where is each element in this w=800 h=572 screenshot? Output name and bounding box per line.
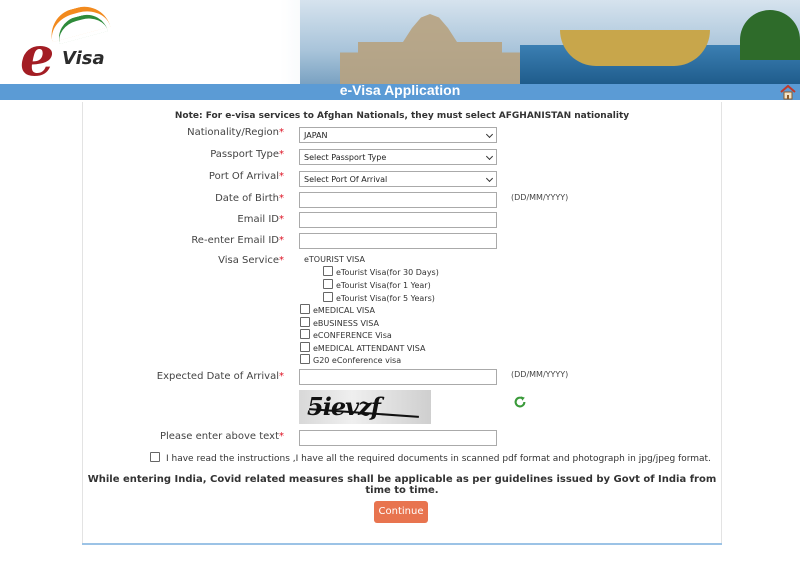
passport-type-label: Passport Type* — [210, 149, 284, 160]
etourist-5-years-option[interactable]: eTourist Visa(for 5 Years) — [323, 292, 435, 303]
dob-input[interactable] — [299, 192, 497, 208]
logo-visa-text: Visa — [62, 48, 105, 69]
covid-note: While entering India, Covid related meas… — [87, 474, 717, 496]
emedical-option[interactable]: eMEDICAL VISA — [300, 304, 375, 315]
etourist-group-heading: eTOURIST VISA — [304, 255, 365, 264]
etourist-1-year-checkbox[interactable] — [323, 279, 333, 289]
etourist-5-years-checkbox[interactable] — [323, 292, 333, 302]
g20-econference-checkbox[interactable] — [300, 354, 310, 364]
logo-e: e — [20, 24, 55, 84]
captcha-input[interactable] — [299, 430, 497, 446]
email-confirm-input[interactable] — [299, 233, 497, 249]
visa-service-label: Visa Service* — [218, 255, 284, 266]
banner-boat-image — [560, 30, 710, 66]
arrival-format-hint: (DD/MM/YYYY) — [511, 370, 569, 379]
port-of-arrival-select[interactable]: Select Port Of Arrival — [299, 171, 497, 187]
dob-format-hint: (DD/MM/YYYY) — [511, 193, 569, 202]
emedical-attendant-option[interactable]: eMEDICAL ATTENDANT VISA — [300, 342, 425, 353]
etourist-1-year-option[interactable]: eTourist Visa(for 1 Year) — [323, 279, 431, 290]
port-of-arrival-label: Port Of Arrival* — [208, 171, 284, 182]
dob-label: Date of Birth* — [215, 193, 284, 204]
ebusiness-option[interactable]: eBUSINESS VISA — [300, 317, 379, 328]
ebusiness-checkbox[interactable] — [300, 317, 310, 327]
emedical-checkbox[interactable] — [300, 304, 310, 314]
captcha-text: 5ievzf — [307, 392, 381, 421]
nationality-select[interactable]: JAPAN — [299, 127, 497, 143]
continue-button[interactable]: Continue — [374, 501, 428, 523]
passport-type-select[interactable]: Select Passport Type — [299, 149, 497, 165]
econference-checkbox[interactable] — [300, 329, 310, 339]
title-bar: e-Visa Application — [0, 82, 800, 100]
etourist-30-days-option[interactable]: eTourist Visa(for 30 Days) — [323, 266, 439, 277]
form-card-border — [82, 543, 722, 545]
econference-option[interactable]: eCONFERENCE Visa — [300, 329, 392, 340]
nationality-label: Nationality/Region* — [187, 127, 284, 138]
email-label: Email ID* — [237, 214, 284, 225]
captcha-image: 5ievzf — [299, 390, 431, 424]
email-confirm-label: Re-enter Email ID* — [191, 235, 284, 246]
evisa-logo[interactable]: e Visa — [18, 0, 118, 84]
captcha-input-label: Please enter above text* — [159, 431, 284, 442]
refresh-captcha-icon[interactable] — [513, 395, 527, 409]
expected-arrival-input[interactable] — [299, 369, 497, 385]
consent-checkbox[interactable] — [150, 452, 160, 462]
header-banner: e Visa — [0, 0, 800, 84]
consent-text: I have read the instructions ,I have all… — [166, 454, 711, 464]
afghan-note: Note: For e-visa services to Afghan Nati… — [174, 111, 630, 121]
page-title: e-Visa Application — [339, 82, 461, 98]
etourist-30-days-checkbox[interactable] — [323, 266, 333, 276]
consent-row[interactable]: I have read the instructions ,I have all… — [150, 452, 711, 464]
emedical-attendant-checkbox[interactable] — [300, 342, 310, 352]
g20-econference-option[interactable]: G20 eConference visa — [300, 354, 401, 365]
home-icon[interactable] — [780, 84, 796, 100]
email-input[interactable] — [299, 212, 497, 228]
expected-arrival-label: Expected Date of Arrival* — [156, 371, 284, 382]
